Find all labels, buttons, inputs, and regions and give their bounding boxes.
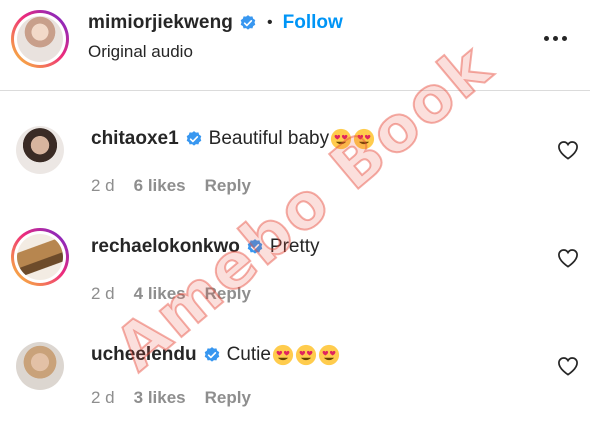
verified-badge-icon <box>247 239 263 254</box>
comment-text: Pretty <box>269 236 320 257</box>
poster-username-row: mimiorjiekweng • Follow <box>88 12 343 34</box>
like-heart-icon[interactable] <box>557 356 579 376</box>
comment-time: 2 d <box>91 284 115 303</box>
follow-button[interactable]: Follow <box>283 12 343 34</box>
heart-eyes-emoji-icon <box>330 128 352 150</box>
comment-meta: 2 d 6 likes Reply <box>91 176 270 196</box>
comment-line: ucheelendu Cutie <box>91 344 340 366</box>
like-heart-icon[interactable] <box>557 140 579 160</box>
comment-item: ucheelendu Cutie 2 d 3 likes Reply <box>0 324 590 432</box>
comment-likes[interactable]: 3 likes <box>134 388 186 408</box>
commenter-username[interactable]: chitaoxe1 <box>91 128 179 150</box>
heart-eyes-emoji-icon <box>318 344 340 366</box>
comment-item: rechaelokonkwo Pretty 2 d 4 likes Reply <box>0 216 590 324</box>
comment-line: rechaelokonkwo Pretty <box>91 236 320 258</box>
reply-button[interactable]: Reply <box>205 284 251 304</box>
original-audio-link[interactable]: Original audio <box>88 42 193 62</box>
commenter-username[interactable]: rechaelokonkwo <box>91 236 240 258</box>
comment-likes[interactable]: 6 likes <box>134 176 186 196</box>
commenter-username[interactable]: ucheelendu <box>91 344 197 366</box>
verified-badge-icon <box>204 347 219 362</box>
comment-meta: 2 d 3 likes Reply <box>91 388 270 408</box>
comment-line: chitaoxe1 Beautiful baby <box>91 128 375 150</box>
commenter-avatar[interactable] <box>16 342 64 390</box>
header-divider <box>0 90 590 91</box>
commenter-avatar[interactable] <box>11 228 69 286</box>
verified-badge-icon <box>186 131 201 146</box>
like-heart-icon[interactable] <box>557 248 579 268</box>
reply-button[interactable]: Reply <box>205 176 251 196</box>
poster-avatar[interactable] <box>11 10 69 68</box>
heart-eyes-emoji-icon <box>353 128 375 150</box>
heart-eyes-emoji-icon <box>272 344 294 366</box>
comment-text: Beautiful baby <box>208 128 330 149</box>
comment-time: 2 d <box>91 388 115 407</box>
comment-item: chitaoxe1 Beautiful baby 2 d 6 likes Rep… <box>0 108 590 216</box>
post-header: mimiorjiekweng • Follow Original audio <box>0 0 590 90</box>
reply-button[interactable]: Reply <box>205 388 251 408</box>
comment-likes[interactable]: 4 likes <box>134 284 186 304</box>
heart-eyes-emoji-icon <box>295 344 317 366</box>
comment-time: 2 d <box>91 176 115 195</box>
more-horizontal-icon[interactable] <box>544 36 568 42</box>
poster-username[interactable]: mimiorjiekweng <box>88 12 233 34</box>
comment-meta: 2 d 4 likes Reply <box>91 284 270 304</box>
separator-dot: • <box>267 14 273 31</box>
commenter-avatar[interactable] <box>16 126 64 174</box>
verified-badge-icon <box>240 15 256 30</box>
comment-text: Cutie <box>226 344 271 365</box>
